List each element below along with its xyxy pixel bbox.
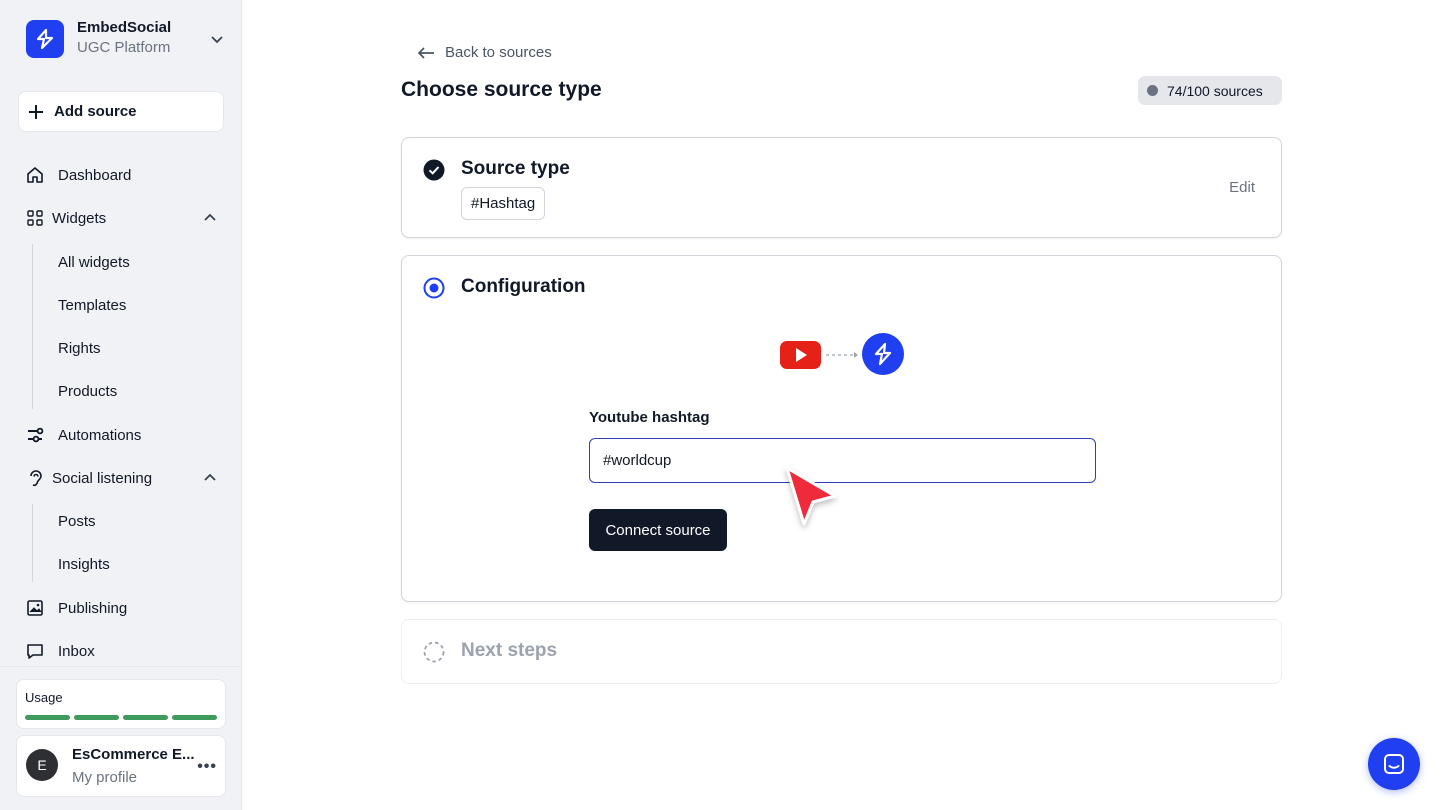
sidebar-item-insights[interactable]: Insights <box>58 549 110 579</box>
profile-name: EsCommerce E... <box>72 746 195 763</box>
step-title: Configuration <box>461 276 586 297</box>
chat-icon <box>1384 754 1404 774</box>
sidebar-item-label: Inbox <box>58 642 95 660</box>
profile-subtitle: My profile <box>72 769 138 786</box>
sidebar: EmbedSocial UGC Platform Add source Dash… <box>0 0 242 810</box>
back-label: Back to sources <box>445 44 552 61</box>
chat-bubble-icon <box>24 640 46 662</box>
sidebar-item-publishing[interactable]: Publishing <box>24 593 127 623</box>
plus-icon <box>29 104 43 119</box>
sidebar-item-social-listening[interactable]: Social listening <box>24 463 152 493</box>
embedsocial-logo-icon <box>26 20 64 58</box>
connection-flow <box>780 333 904 375</box>
arrow-left-icon <box>417 46 434 59</box>
sidebar-item-templates[interactable]: Templates <box>58 290 126 320</box>
step-title: Source type <box>461 158 570 179</box>
add-source-label: Add source <box>54 103 137 120</box>
sidebar-item-label: Publishing <box>58 599 128 617</box>
chevron-down-icon <box>211 36 223 44</box>
embedsocial-logo-icon <box>862 333 904 375</box>
sources-quota-badge: 74/100 sources <box>1138 76 1282 105</box>
configuration-step: Configuration Youtube hashtag Connect so… <box>401 255 1282 602</box>
youtube-hashtag-input[interactable] <box>589 438 1096 483</box>
sidebar-item-label: Social listening <box>52 469 153 487</box>
sidebar-item-label: Dashboard <box>58 166 132 184</box>
connect-source-button[interactable]: Connect source <box>589 509 727 551</box>
pointer-cursor-icon <box>785 466 837 526</box>
page-title: Choose source type <box>401 78 602 101</box>
usage-bar-segment <box>74 715 119 720</box>
sidebar-item-inbox[interactable]: Inbox <box>24 636 95 666</box>
avatar: E <box>26 749 58 781</box>
source-type-chip: #Hashtag <box>461 187 546 220</box>
image-icon <box>24 597 46 619</box>
sidebar-item-posts[interactable]: Posts <box>58 506 96 536</box>
home-icon <box>24 164 46 186</box>
automations-icon <box>24 424 46 446</box>
usage-panel[interactable]: Usage <box>16 679 226 729</box>
grid-icon <box>24 207 46 229</box>
youtube-hashtag-label: Youtube hashtag <box>589 409 710 426</box>
sidebar-item-automations[interactable]: Automations <box>24 420 141 450</box>
chevron-up-icon[interactable] <box>200 208 220 228</box>
sidebar-item-all-widgets[interactable]: All widgets <box>58 247 130 277</box>
add-source-button[interactable]: Add source <box>18 91 224 132</box>
profile-menu[interactable]: E EsCommerce E... My profile ••• <box>16 735 226 797</box>
ear-icon <box>24 467 46 489</box>
status-dot-icon <box>1147 85 1158 96</box>
sidebar-item-rights[interactable]: Rights <box>58 333 101 363</box>
youtube-icon <box>780 341 821 369</box>
submenu-line <box>32 244 33 409</box>
source-type-step: Source type #Hashtag Edit <box>401 137 1282 238</box>
brand-name: EmbedSocial <box>77 19 172 36</box>
back-to-sources-link[interactable]: Back to sources <box>416 44 552 61</box>
sidebar-item-products[interactable]: Products <box>58 376 117 406</box>
chevron-up-icon[interactable] <box>200 468 220 488</box>
sidebar-item-label: Widgets <box>52 209 107 227</box>
quota-text: 74/100 sources <box>1167 82 1263 99</box>
brand-subtitle: UGC Platform <box>77 39 171 56</box>
pending-circle-icon <box>423 641 445 663</box>
chat-launcher-button[interactable] <box>1368 738 1420 790</box>
check-circle-icon <box>423 159 445 181</box>
sidebar-item-label: Automations <box>58 426 142 444</box>
submenu-line <box>32 504 33 582</box>
step-title: Next steps <box>461 640 558 661</box>
usage-label: Usage <box>25 690 63 705</box>
usage-bar-segment <box>123 715 168 720</box>
more-options-icon[interactable]: ••• <box>197 758 217 776</box>
workspace-switcher[interactable]: EmbedSocial UGC Platform <box>26 18 226 60</box>
usage-bar-segment <box>172 715 217 720</box>
sidebar-item-widgets[interactable]: Widgets <box>24 203 106 233</box>
sidebar-item-dashboard[interactable]: Dashboard <box>24 160 131 190</box>
radio-active-icon <box>423 277 445 299</box>
edit-source-type-link[interactable]: Edit <box>1229 179 1255 196</box>
usage-bar-segment <box>25 715 70 720</box>
next-steps-step: Next steps <box>401 619 1282 684</box>
